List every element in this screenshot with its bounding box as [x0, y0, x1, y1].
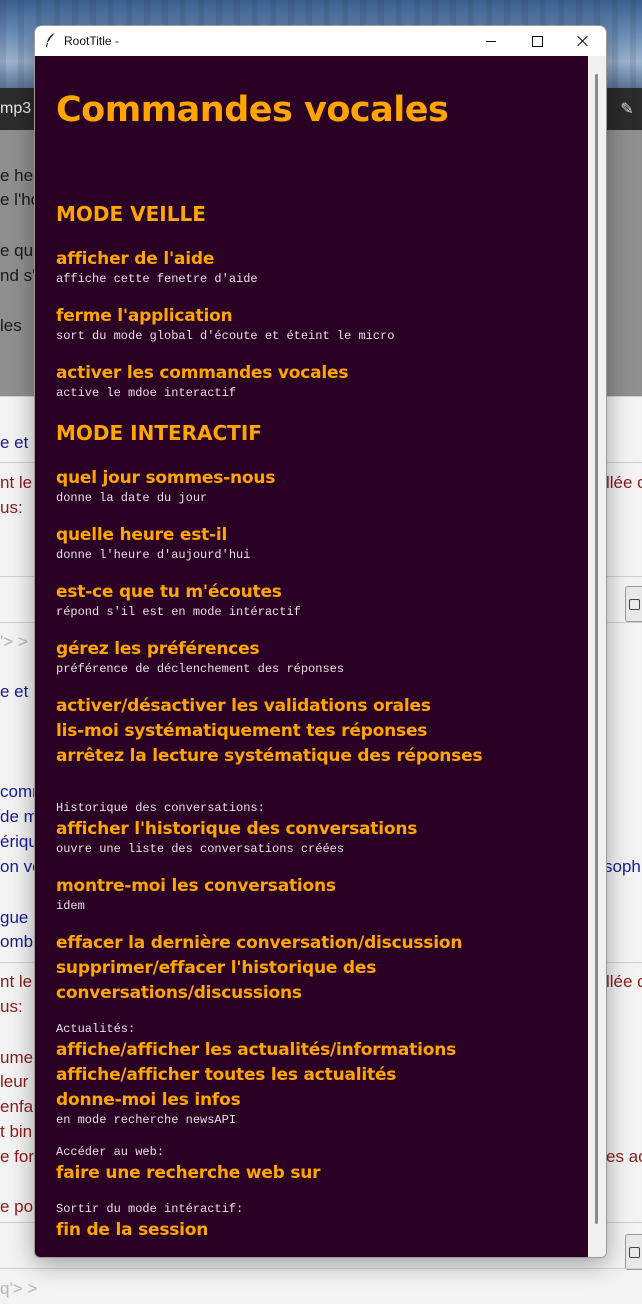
close-icon: [577, 35, 589, 47]
command-description: idem: [56, 899, 85, 913]
command-text: afficher de l'aide: [56, 249, 215, 269]
command-description: donne la date du jour: [56, 491, 208, 505]
command-text: quel jour sommes-nous: [56, 468, 276, 488]
section-label-historique: Historique des conversations:: [56, 801, 265, 815]
background-text-line: leur: [0, 1072, 29, 1091]
background-prompt: '> >: [0, 632, 28, 651]
command-text: montre-moi les conversations: [56, 876, 336, 896]
help-window: RootTitle - Commandes vocales MODE VEILL…: [34, 25, 607, 1258]
section-label-actualites: Actualités:: [56, 1022, 136, 1036]
background-text-line: soph: [604, 857, 641, 876]
command-text: arrêtez la lecture systématique des répo…: [56, 746, 483, 766]
feather-icon: [44, 32, 58, 48]
background-text-line: llée c: [606, 473, 642, 492]
command-description: ouvre une liste des conversations créées: [56, 842, 345, 856]
background-text-line: nt le: [0, 473, 33, 492]
command-text: affiche/afficher toutes les actualités: [56, 1065, 397, 1085]
background-tab[interactable]: mp3: [0, 88, 31, 130]
section-header-veille: MODE VEILLE: [56, 202, 206, 226]
help-content[interactable]: Commandes vocales MODE VEILLE afficher d…: [35, 56, 588, 1257]
background-separator: [0, 1268, 642, 1269]
background-text-line: gue: [0, 908, 29, 927]
command-text: afficher l'historique des conversations: [56, 819, 418, 839]
command-text: faire une recherche web sur: [56, 1163, 321, 1183]
background-text-line: ériqu: [0, 832, 38, 851]
background-text-line: enfa: [0, 1097, 34, 1116]
section-label-web: Accéder au web:: [56, 1145, 165, 1159]
command-description: affiche cette fenetre d'aide: [56, 272, 258, 286]
command-description: répond s'il est en mode intéractif: [56, 605, 301, 619]
section-header-interactif: MODE INTERACTIF: [56, 421, 262, 445]
maximize-button[interactable]: [514, 26, 560, 56]
background-text-line: llée c: [606, 972, 642, 991]
command-text: activer/désactiver les validations orale…: [56, 696, 431, 716]
scrollbar-thumb[interactable]: [595, 74, 598, 1224]
title-bar[interactable]: RootTitle -: [35, 26, 606, 56]
command-text: est-ce que tu m'écoutes: [56, 582, 282, 602]
background-text-line: e po: [0, 1197, 34, 1216]
command-description: sort du mode global d'écoute et éteint l…: [56, 329, 395, 343]
command-text: effacer la dernière conversation/discuss…: [56, 933, 463, 953]
close-button[interactable]: [560, 26, 606, 56]
section-label-sortir: Sortir du mode intéractif:: [56, 1202, 244, 1216]
background-text-line: nt le: [0, 972, 33, 991]
command-text: supprimer/effacer l'historique des: [56, 958, 377, 978]
window-title: RootTitle -: [64, 34, 119, 48]
background-text-line: us:: [0, 498, 23, 517]
background-text-line: ombr: [0, 932, 39, 951]
command-text: affiche/afficher les actualités/informat…: [56, 1040, 457, 1060]
command-description: active le mdoe interactif: [56, 386, 237, 400]
maximize-icon: [531, 35, 543, 47]
pin-icon[interactable]: ✎: [616, 98, 638, 120]
command-description: donne l'heure d'aujourd'hui: [56, 548, 251, 562]
background-text-line: t bin: [0, 1122, 33, 1141]
background-text-line: e for: [0, 1147, 35, 1166]
command-text: lis-moi systématiquement tes réponses: [56, 721, 428, 741]
command-text: gérez les préférences: [56, 639, 260, 659]
background-text-line: e et: [0, 433, 29, 452]
background-text-line: us:: [0, 997, 23, 1016]
command-text: activer les commandes vocales: [56, 363, 349, 383]
command-text: donne-moi les infos: [56, 1090, 241, 1110]
background-text-line: les: [0, 316, 22, 335]
command-text: ferme l'application: [56, 306, 233, 326]
minimize-button[interactable]: [468, 26, 514, 56]
command-text: fin de la session: [56, 1220, 209, 1240]
background-text-line: es ac: [606, 1147, 642, 1166]
command-description: en mode recherche newsAPI: [56, 1113, 237, 1127]
command-text: quelle heure est-il: [56, 525, 228, 545]
minimize-icon: [486, 40, 496, 42]
background-text-line: de m: [0, 807, 38, 826]
background-action-button[interactable]: [625, 586, 642, 622]
vertical-scrollbar[interactable]: [588, 56, 606, 1257]
command-description: préférence de déclenchement des réponses: [56, 662, 345, 676]
background-action-button[interactable]: [625, 1234, 642, 1270]
command-text: conversations/discussions: [56, 983, 302, 1003]
page-title: Commandes vocales: [56, 90, 449, 130]
background-prompt: q'> >: [0, 1279, 38, 1298]
background-text-line: e et: [0, 682, 29, 701]
